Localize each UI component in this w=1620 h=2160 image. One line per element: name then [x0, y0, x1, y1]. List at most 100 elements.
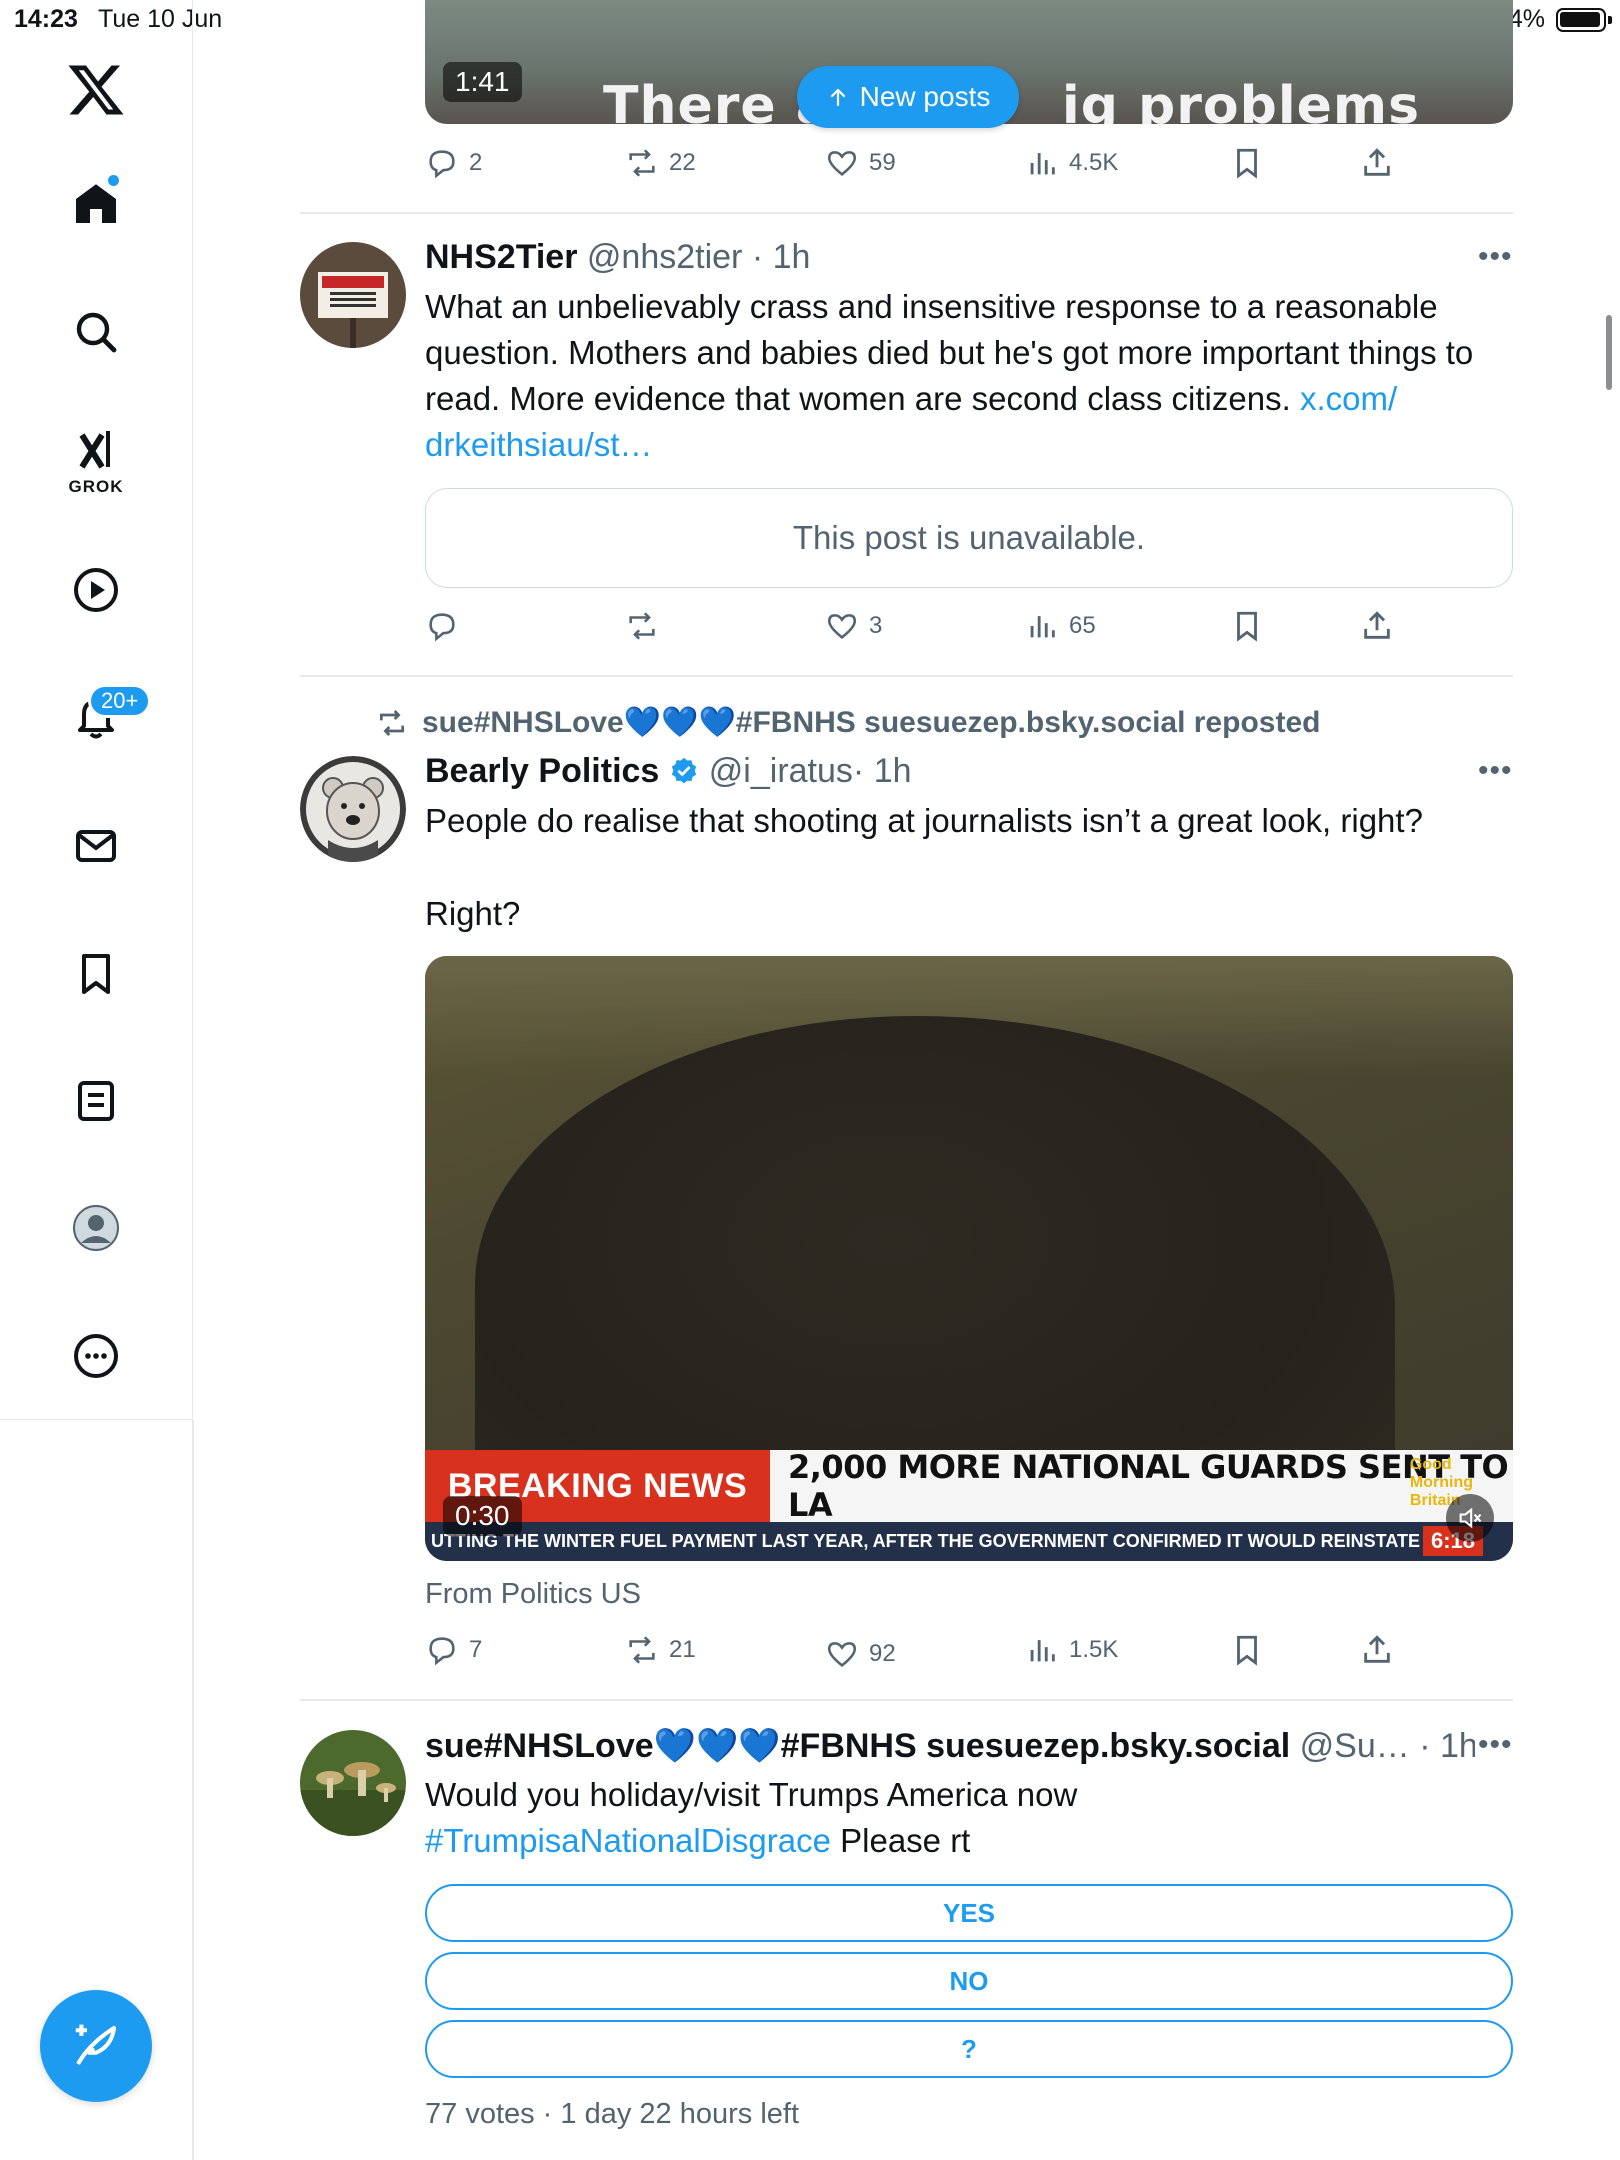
scrollbar-thumb[interactable] [1606, 315, 1612, 390]
avatar[interactable] [300, 1730, 406, 1836]
views-count: 1.5K [1069, 1636, 1119, 1663]
poll-option-yes[interactable]: YES [425, 1884, 1513, 1942]
sidebar-item-more[interactable] [50, 1310, 142, 1402]
home-new-indicator [108, 175, 119, 186]
heart-icon [827, 151, 857, 176]
post-time: · 1h [1419, 1727, 1475, 1765]
post-time: · 1h [852, 752, 912, 790]
bookmark-icon [1237, 611, 1257, 642]
views-button[interactable]: 4.5K [1025, 143, 1118, 183]
bookmark-icon [1237, 148, 1257, 179]
reply-count: 7 [469, 1636, 483, 1663]
views-button[interactable]: 1.5K [1025, 1630, 1118, 1670]
post-author[interactable]: sue#NHSLove💙💙💙#FBNHS suesuezep.bsky.soci… [425, 1726, 1475, 1766]
battery-icon [1556, 8, 1612, 32]
sidebar-item-profile[interactable] [50, 1182, 142, 1274]
share-icon [1364, 1635, 1390, 1663]
bookmark-button[interactable] [1230, 1630, 1264, 1670]
notifications-badge: 20+ [88, 684, 152, 718]
avatar[interactable] [300, 242, 406, 348]
verified-badge-icon [669, 756, 699, 795]
views-icon [1030, 153, 1055, 175]
repost-button[interactable]: 21 [625, 1630, 696, 1670]
poll-option-no[interactable]: NO [425, 1952, 1513, 2010]
author-handle: @i_iratus [708, 752, 853, 790]
mail-icon [76, 830, 116, 862]
repost-icon [629, 1636, 655, 1664]
repost-icon [629, 149, 655, 177]
post-author[interactable]: NHS2Tier @nhs2tier · 1h [425, 238, 810, 277]
compose-button[interactable] [40, 1990, 152, 2102]
post-time: · 1h [751, 238, 811, 276]
bear-avatar-icon [300, 756, 406, 862]
post-video[interactable]: BREAKING NEWS 2,000 MORE NATIONAL GUARDS… [425, 956, 1513, 1561]
reply-icon [429, 1637, 455, 1666]
like-button[interactable]: 92 [825, 1634, 896, 1674]
views-icon [1030, 616, 1055, 638]
poll-meta: 77 votes · 1 day 22 hours left [425, 2098, 799, 2130]
more-options-icon[interactable]: ••• [1478, 754, 1513, 788]
like-button[interactable]: 3 [825, 606, 882, 646]
bookmark-button[interactable] [1230, 143, 1264, 183]
video-duration: 0:30 [443, 1496, 522, 1536]
repost-button[interactable] [625, 606, 659, 646]
sidebar-item-video[interactable] [50, 544, 142, 636]
sidebar-item-messages[interactable] [50, 800, 142, 892]
share-button[interactable] [1360, 143, 1394, 183]
share-icon [1364, 148, 1390, 176]
mute-button[interactable] [1446, 1494, 1494, 1542]
top-post-actions: 2 22 59 4.5K [425, 143, 1425, 183]
hashtag-link[interactable]: #TrumpisaNationalDisgrace [425, 1822, 831, 1859]
post-text: Would you holiday/visit Trumps America n… [425, 1776, 1078, 1859]
author-name: sue#NHSLove💙💙💙#FBNHS suesuezep.bsky.soci… [425, 1727, 1291, 1765]
mute-icon [1459, 1507, 1482, 1529]
repost-count: 21 [669, 1636, 696, 1663]
more-options-icon[interactable]: ••• [1478, 1728, 1513, 1762]
new-posts-button[interactable]: New posts [797, 66, 1019, 128]
avatar[interactable] [300, 756, 406, 862]
sidebar-border [192, 1420, 194, 2160]
post-author[interactable]: Bearly Politics @i_iratus· 1h [425, 752, 912, 795]
more-options-icon[interactable]: ••• [1478, 240, 1513, 274]
post-text-line2: Right? [425, 895, 521, 932]
views-button[interactable]: 65 [1025, 606, 1096, 646]
video-source[interactable]: From Politics US [425, 1578, 641, 1611]
bookmark-icon [1237, 1635, 1257, 1666]
post2-actions: 7 21 92 1.5K [425, 1630, 1425, 1670]
share-button[interactable] [1360, 1630, 1394, 1670]
share-button[interactable] [1360, 606, 1394, 646]
views-icon [1030, 1640, 1055, 1662]
x-logo-icon[interactable] [66, 60, 126, 120]
repost-attribution[interactable]: sue#NHSLove💙💙💙#FBNHS suesuezep.bsky.soci… [376, 705, 1320, 740]
new-posts-label: New posts [859, 81, 991, 112]
more-circle-icon [74, 1334, 118, 1378]
sidebar-item-bookmarks[interactable] [50, 928, 142, 1020]
grok-label: GROK [68, 477, 124, 496]
home-icon [76, 184, 116, 223]
repost-icon [380, 709, 404, 736]
reply-button[interactable]: 2 [425, 143, 482, 183]
repost-count: 22 [669, 149, 696, 176]
like-count: 3 [869, 612, 883, 639]
sidebar-item-explore[interactable] [50, 286, 142, 378]
play-circle-icon [74, 568, 118, 612]
poll-option-unsure[interactable]: ? [425, 2020, 1513, 2078]
repost-button[interactable]: 22 [625, 143, 696, 183]
sidebar-item-home[interactable] [50, 157, 142, 249]
reply-button[interactable]: 7 [425, 1630, 482, 1670]
views-count: 65 [1069, 612, 1096, 639]
reply-button[interactable] [425, 606, 459, 646]
arrow-up-icon [830, 88, 845, 107]
news-ticker: UTTING THE WINTER FUEL PAYMENT LAST YEAR… [425, 1522, 1513, 1561]
repost-label: sue#NHSLove💙💙💙#FBNHS suesuezep.bsky.soci… [422, 706, 1321, 739]
like-count: 92 [869, 1640, 896, 1667]
author-name: Bearly Politics [425, 752, 660, 790]
chyron-headline: 2,000 MORE NATIONAL GUARDS SENT TO LA [770, 1448, 1513, 1524]
avatar-icon [73, 1205, 119, 1251]
author-handle: @nhs2tier [586, 238, 743, 276]
author-handle: @Su… [1299, 1727, 1410, 1765]
bookmark-button[interactable] [1230, 606, 1264, 646]
heart-icon [827, 614, 857, 639]
sidebar-item-lists[interactable] [50, 1055, 142, 1147]
like-button[interactable]: 59 [825, 143, 896, 183]
